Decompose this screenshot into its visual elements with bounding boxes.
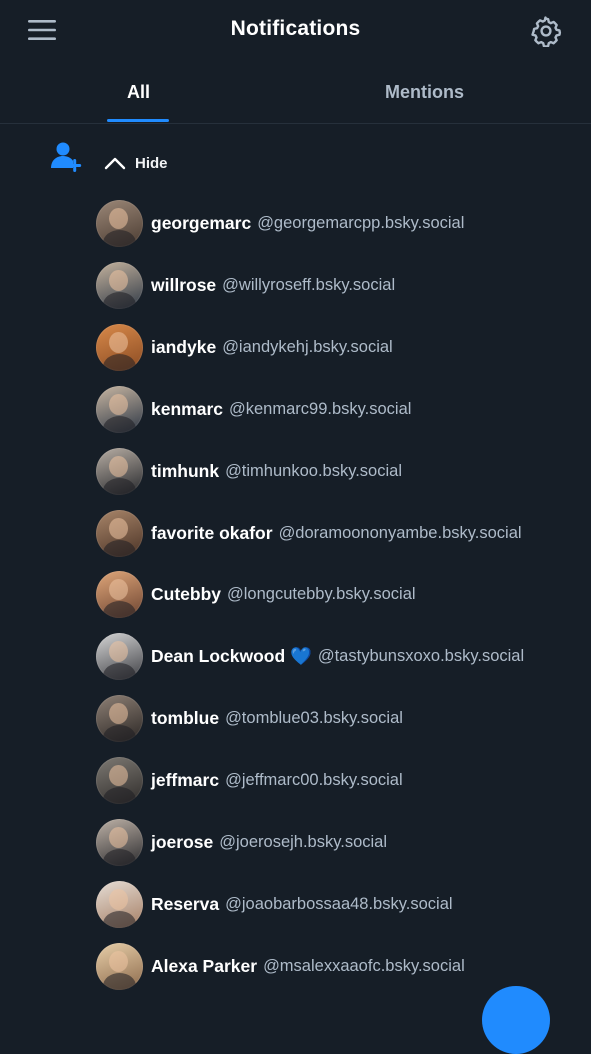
follower-list: georgemarc @georgemarcpp.bsky.social wil… — [96, 193, 591, 997]
user-handle: @iandykehj.bsky.social — [222, 338, 393, 357]
list-item[interactable]: timhunk @timhunkoo.bsky.social — [96, 440, 591, 502]
avatar[interactable] — [96, 385, 143, 433]
user-display-name: jeffmarc — [151, 770, 220, 791]
notification-tabs: All Mentions — [0, 62, 591, 124]
list-item[interactable]: georgemarc @georgemarcpp.bsky.social — [96, 193, 591, 255]
avatar[interactable] — [96, 262, 143, 310]
user-display-name: tomblue — [151, 708, 220, 729]
user-display-name: kenmarc — [151, 398, 223, 419]
user-display-name: Alexa Parker — [151, 955, 258, 976]
user-display-name: iandyke — [151, 337, 217, 358]
hide-toggle-button[interactable]: Hide — [104, 150, 168, 176]
avatar[interactable] — [96, 695, 143, 743]
list-item[interactable]: favorite okafor @doramoononyambe.bsky.so… — [96, 502, 591, 564]
user-handle: @doramoononyambe.bsky.social — [278, 523, 522, 542]
tab-mentions[interactable]: Mentions — [385, 82, 464, 103]
avatar[interactable] — [96, 757, 143, 805]
list-item[interactable]: jeffmarc @jeffmarc00.bsky.social — [96, 750, 591, 812]
avatar[interactable] — [96, 447, 143, 495]
user-display-name: Reserva — [151, 893, 220, 914]
list-item[interactable]: Dean Lockwood 💙 @tastybunsxoxo.bsky.soci… — [96, 626, 591, 688]
user-handle: @joerosejh.bsky.social — [219, 832, 388, 851]
list-item[interactable]: joerose @joerosejh.bsky.social — [96, 811, 591, 873]
list-item[interactable]: tomblue @tomblue03.bsky.social — [96, 688, 591, 750]
hide-toggle-label: Hide — [135, 154, 168, 172]
user-handle: @kenmarc99.bsky.social — [229, 399, 412, 418]
user-display-name: timhunk — [151, 460, 220, 481]
list-item[interactable]: iandyke @iandykehj.bsky.social — [96, 317, 591, 379]
user-display-name: georgemarc — [151, 213, 252, 234]
user-handle: @timhunkoo.bsky.social — [225, 461, 402, 480]
chevron-up-icon — [104, 157, 126, 170]
avatar[interactable] — [96, 880, 143, 928]
user-handle: @msalexxaaofc.bsky.social — [263, 956, 465, 975]
user-display-name: favorite okafor — [151, 522, 273, 543]
user-handle: @joaobarbossaa48.bsky.social — [225, 894, 453, 913]
app-header: Notifications — [0, 0, 591, 62]
user-handle: @jeffmarc00.bsky.social — [225, 771, 403, 790]
avatar[interactable] — [96, 818, 143, 866]
avatar[interactable] — [96, 571, 143, 619]
user-handle: @willyroseff.bsky.social — [222, 276, 396, 295]
list-item[interactable]: willrose @willyroseff.bsky.social — [96, 255, 591, 317]
page-title: Notifications — [230, 17, 361, 40]
user-display-name: Dean Lockwood 💙 — [151, 646, 312, 667]
tab-all[interactable]: All — [127, 82, 150, 103]
list-item[interactable]: Cutebby @longcutebby.bsky.social — [96, 564, 591, 626]
person-plus-icon — [50, 140, 84, 174]
avatar[interactable] — [96, 324, 143, 372]
user-handle: @longcutebby.bsky.social — [227, 585, 416, 604]
avatar[interactable] — [96, 633, 143, 681]
avatar[interactable] — [96, 509, 143, 557]
user-display-name: willrose — [151, 275, 217, 296]
user-display-name: joerose — [151, 831, 214, 852]
tab-selected-indicator — [107, 119, 169, 122]
gear-icon[interactable] — [530, 15, 562, 48]
user-display-name: Cutebby — [151, 584, 221, 605]
avatar[interactable] — [96, 200, 143, 248]
user-handle: @tastybunsxoxo.bsky.social — [317, 647, 525, 666]
compose-button[interactable] — [482, 986, 550, 1054]
list-item[interactable]: kenmarc @kenmarc99.bsky.social — [96, 379, 591, 441]
user-handle: @georgemarcpp.bsky.social — [257, 214, 465, 233]
avatar[interactable] — [96, 942, 143, 990]
user-handle: @tomblue03.bsky.social — [225, 709, 403, 728]
list-item[interactable]: Reserva @joaobarbossaa48.bsky.social — [96, 873, 591, 935]
